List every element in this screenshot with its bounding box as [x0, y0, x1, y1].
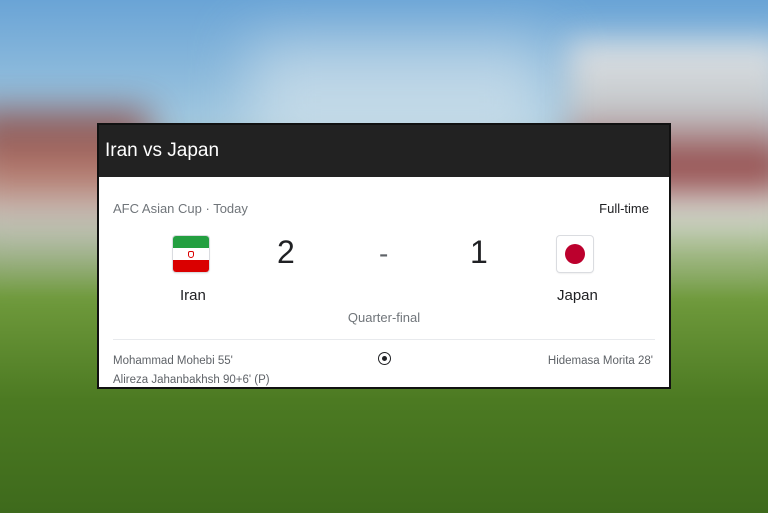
- match-status: Full-time: [599, 201, 649, 216]
- soccer-ball-icon: [378, 352, 391, 365]
- match-card[interactable]: Iran vs Japan AFC Asian Cup · Today Full…: [97, 123, 671, 389]
- competition-label[interactable]: AFC Asian Cup · Today: [113, 201, 248, 216]
- japan-flag-icon[interactable]: [557, 236, 593, 272]
- home-scorer: Alireza Jahanbakhsh 90+6' (P): [113, 374, 270, 386]
- match-meta: AFC Asian Cup · Today Full-time: [113, 201, 649, 216]
- divider: [113, 339, 655, 340]
- home-scorer: Mohammad Mohebi 55': [113, 355, 233, 367]
- match-title: Iran vs Japan: [105, 140, 220, 161]
- match-stage: Quarter-final: [347, 310, 421, 325]
- iran-flag-icon[interactable]: [173, 236, 209, 272]
- away-score: 1: [470, 234, 488, 270]
- home-score: 2: [277, 234, 295, 270]
- away-scorers: Hidemasa Morita 28': [548, 352, 653, 371]
- away-team-name[interactable]: Japan: [557, 287, 598, 304]
- home-team-name[interactable]: Iran: [180, 287, 206, 304]
- home-scorers: Mohammad Mohebi 55' Alireza Jahanbakhsh …: [113, 352, 270, 390]
- match-header: Iran vs Japan: [99, 125, 669, 177]
- away-scorer: Hidemasa Morita 28': [547, 355, 653, 367]
- score-separator: -: [379, 238, 389, 269]
